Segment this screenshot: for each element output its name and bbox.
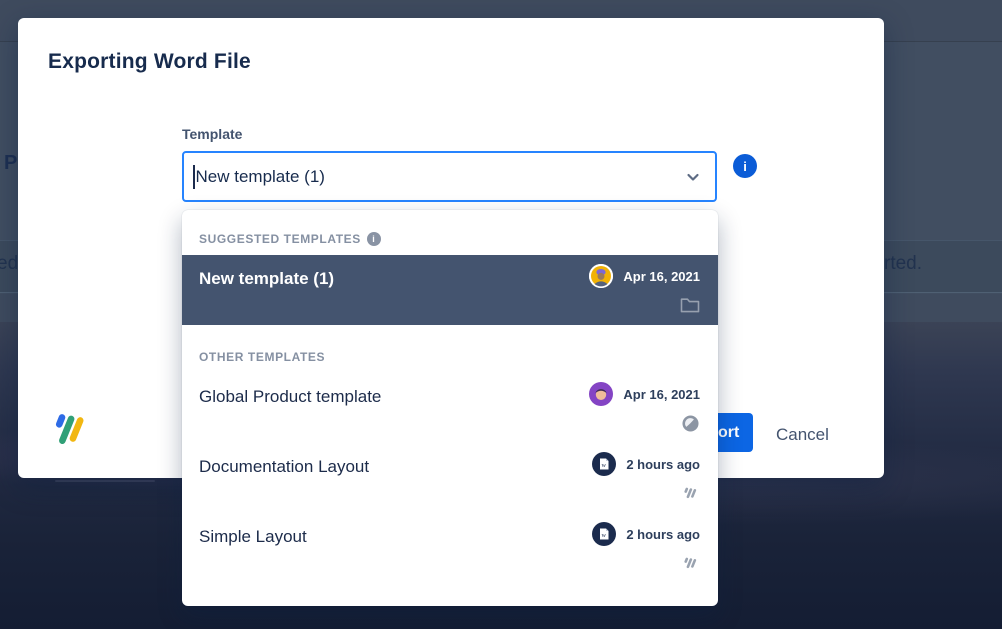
background-text-fragment: ed <box>0 253 18 275</box>
input-caret <box>193 165 195 189</box>
template-option-date: 2 hours ago <box>626 457 700 472</box>
template-combobox-value: New template (1) <box>196 167 686 187</box>
template-option-label: Global Product template <box>199 382 381 443</box>
cancel-button[interactable]: Cancel <box>770 421 835 449</box>
word-doc-avatar: w <box>592 452 616 476</box>
chevron-down-icon[interactable] <box>685 169 701 185</box>
avatar <box>589 264 613 288</box>
info-icon[interactable]: i <box>733 154 757 178</box>
avatar <box>589 382 613 406</box>
template-option-simple-layout[interactable]: Simple Layout w 2 hours ago <box>182 513 718 583</box>
other-templates-header: OTHER TEMPLATES <box>182 325 718 373</box>
suggested-templates-label: SUGGESTED TEMPLATES <box>199 232 361 246</box>
suggested-templates-header: SUGGESTED TEMPLATES i <box>182 210 718 255</box>
template-option-label: Documentation Layout <box>199 452 369 513</box>
word-doc-avatar: w <box>592 522 616 546</box>
wordable-logo <box>48 410 86 452</box>
template-option-documentation-layout[interactable]: Documentation Layout w 2 hours ago <box>182 443 718 513</box>
template-option-new-template[interactable]: New template (1) Apr 16, 2021 <box>182 255 718 325</box>
wordable-mark-icon <box>680 553 700 573</box>
template-option-date: Apr 16, 2021 <box>623 269 700 284</box>
photo-light-streak <box>55 480 155 482</box>
template-option-global-product[interactable]: Global Product template Apr 16, 2021 <box>182 373 718 443</box>
other-templates-label: OTHER TEMPLATES <box>199 350 325 364</box>
folder-icon <box>680 295 700 315</box>
template-option-date: 2 hours ago <box>626 527 700 542</box>
template-option-label: Simple Layout <box>199 522 307 583</box>
wordable-mark-icon <box>680 483 700 503</box>
background-text-fragment: rted. <box>884 253 922 275</box>
template-dropdown-menu: SUGGESTED TEMPLATES i New template (1) A… <box>182 210 718 606</box>
svg-text:w: w <box>602 462 607 469</box>
template-field-label: Template <box>182 126 242 142</box>
svg-text:w: w <box>602 532 607 539</box>
info-icon-gray[interactable]: i <box>367 232 381 246</box>
template-option-label: New template (1) <box>199 264 334 325</box>
template-option-date: Apr 16, 2021 <box>623 387 700 402</box>
template-combobox[interactable]: New template (1) <box>182 151 717 202</box>
dialog-title: Exporting Word File <box>48 50 251 74</box>
globe-icon <box>680 413 700 433</box>
background-text-fragment: P <box>4 152 17 175</box>
